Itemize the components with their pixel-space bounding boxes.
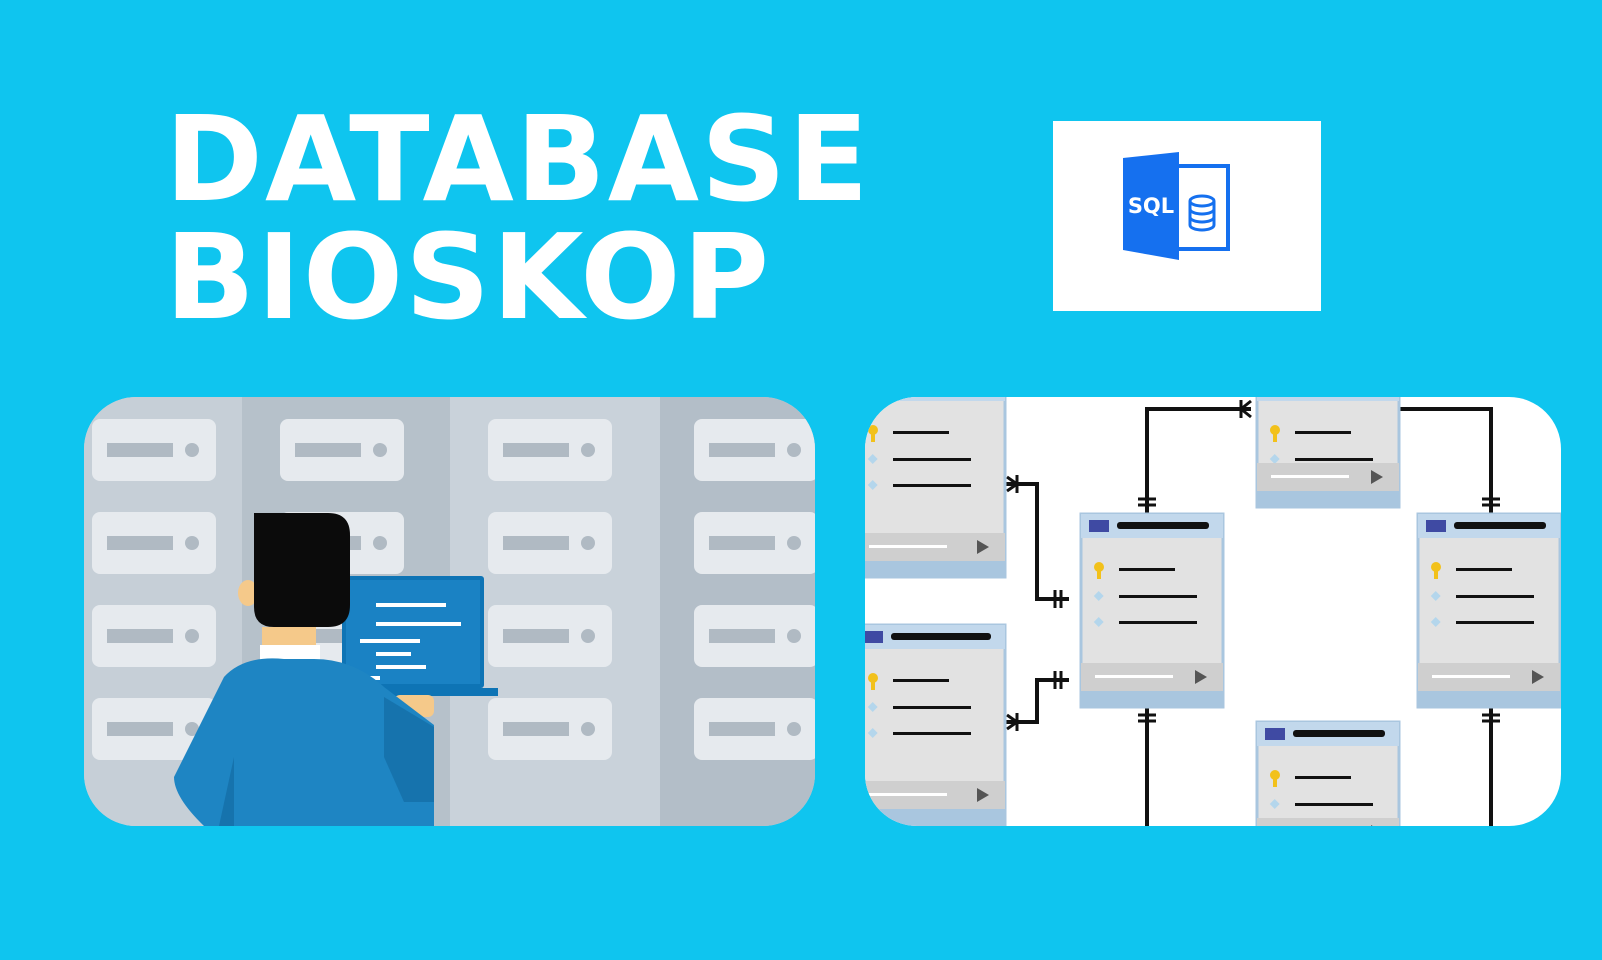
server-unit bbox=[488, 698, 612, 760]
server-unit bbox=[488, 419, 612, 481]
er-table bbox=[1255, 720, 1401, 826]
server-unit bbox=[280, 419, 404, 481]
er-table bbox=[1255, 397, 1401, 509]
er-table bbox=[865, 623, 1007, 826]
er-table bbox=[1416, 512, 1561, 709]
er-table bbox=[865, 397, 1007, 579]
server-room-developer-illustration bbox=[84, 397, 815, 826]
title-line-1: DATABASE bbox=[165, 90, 871, 228]
server-unit bbox=[92, 512, 216, 574]
server-unit bbox=[92, 419, 216, 481]
er-diagram-illustration bbox=[865, 397, 1561, 826]
server-unit bbox=[694, 419, 815, 481]
sql-logo-text: SQL bbox=[1128, 194, 1174, 218]
server-unit bbox=[694, 512, 815, 574]
page-title: DATABASE BIOSKOP bbox=[165, 100, 871, 336]
title-line-2: BIOSKOP bbox=[165, 208, 772, 346]
server-unit bbox=[488, 512, 612, 574]
server-unit bbox=[92, 605, 216, 667]
server-unit bbox=[694, 605, 815, 667]
server-unit bbox=[488, 605, 612, 667]
er-table bbox=[1079, 512, 1225, 709]
sql-database-file-icon: SQL bbox=[1123, 152, 1230, 260]
sql-logo-card: SQL bbox=[1053, 121, 1321, 311]
server-unit bbox=[694, 698, 815, 760]
